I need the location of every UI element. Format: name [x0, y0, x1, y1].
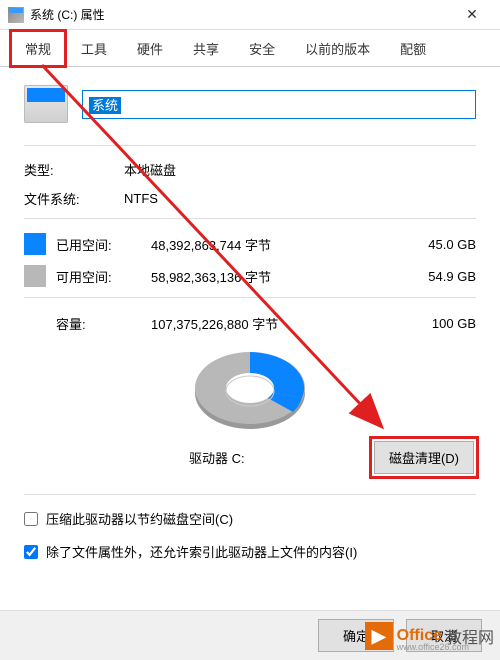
capacity-label: 容量:: [24, 314, 151, 333]
filesystem-label: 文件系统:: [24, 189, 124, 208]
tab-content: 系统 类型: 本地磁盘 文件系统: NTFS 已用空间: 48,392,863,…: [0, 67, 500, 585]
used-space-size: 45.0 GB: [406, 237, 476, 252]
drive-letter-label: 驱动器 C:: [189, 448, 245, 467]
tab-security[interactable]: 安全: [234, 30, 290, 67]
drive-name-input[interactable]: 系统: [82, 90, 476, 119]
drive-icon: [8, 7, 24, 23]
window-title: 系统 (C:) 属性: [30, 6, 452, 23]
tab-sharing[interactable]: 共享: [178, 30, 234, 67]
free-space-bytes: 58,982,363,136 字节: [151, 267, 406, 286]
tab-general[interactable]: 常规: [10, 30, 66, 67]
compress-checkbox[interactable]: [24, 512, 38, 526]
watermark: ▶ Office教程网 www.office26.com: [365, 622, 494, 650]
divider: [24, 494, 476, 495]
used-space-bytes: 48,392,863,744 字节: [151, 235, 406, 254]
used-space-swatch: [24, 233, 46, 255]
drive-large-icon: [24, 85, 68, 123]
disk-cleanup-button[interactable]: 磁盘清理(D): [374, 441, 474, 474]
watermark-icon: ▶: [365, 622, 393, 650]
watermark-url: www.office26.com: [397, 642, 469, 652]
filesystem-value: NTFS: [124, 191, 476, 206]
titlebar: 系统 (C:) 属性 ✕: [0, 0, 500, 30]
divider: [24, 145, 476, 146]
tab-quota[interactable]: 配额: [385, 30, 441, 67]
divider: [24, 218, 476, 219]
index-checkbox[interactable]: [24, 545, 38, 559]
close-button[interactable]: ✕: [452, 1, 492, 29]
index-checkbox-row[interactable]: 除了文件属性外，还允许索引此驱动器上文件的内容(I): [24, 542, 476, 561]
compress-checkbox-row[interactable]: 压缩此驱动器以节约磁盘空间(C): [24, 509, 476, 528]
divider: [24, 297, 476, 298]
index-label: 除了文件属性外，还允许索引此驱动器上文件的内容(I): [46, 542, 357, 561]
tab-previous-versions[interactable]: 以前的版本: [290, 30, 385, 67]
usage-pie-chart: [185, 345, 315, 435]
type-value: 本地磁盘: [124, 160, 476, 179]
free-space-swatch: [24, 265, 46, 287]
free-space-label: 可用空间:: [56, 267, 151, 286]
tab-tools[interactable]: 工具: [66, 30, 122, 67]
capacity-bytes: 107,375,226,880 字节: [151, 314, 406, 333]
tab-bar: 常规 工具 硬件 共享 安全 以前的版本 配额: [0, 30, 500, 67]
used-space-label: 已用空间:: [56, 235, 151, 254]
tab-hardware[interactable]: 硬件: [122, 30, 178, 67]
free-space-size: 54.9 GB: [406, 269, 476, 284]
type-label: 类型:: [24, 160, 124, 179]
compress-label: 压缩此驱动器以节约磁盘空间(C): [46, 509, 233, 528]
capacity-size: 100 GB: [406, 316, 476, 331]
